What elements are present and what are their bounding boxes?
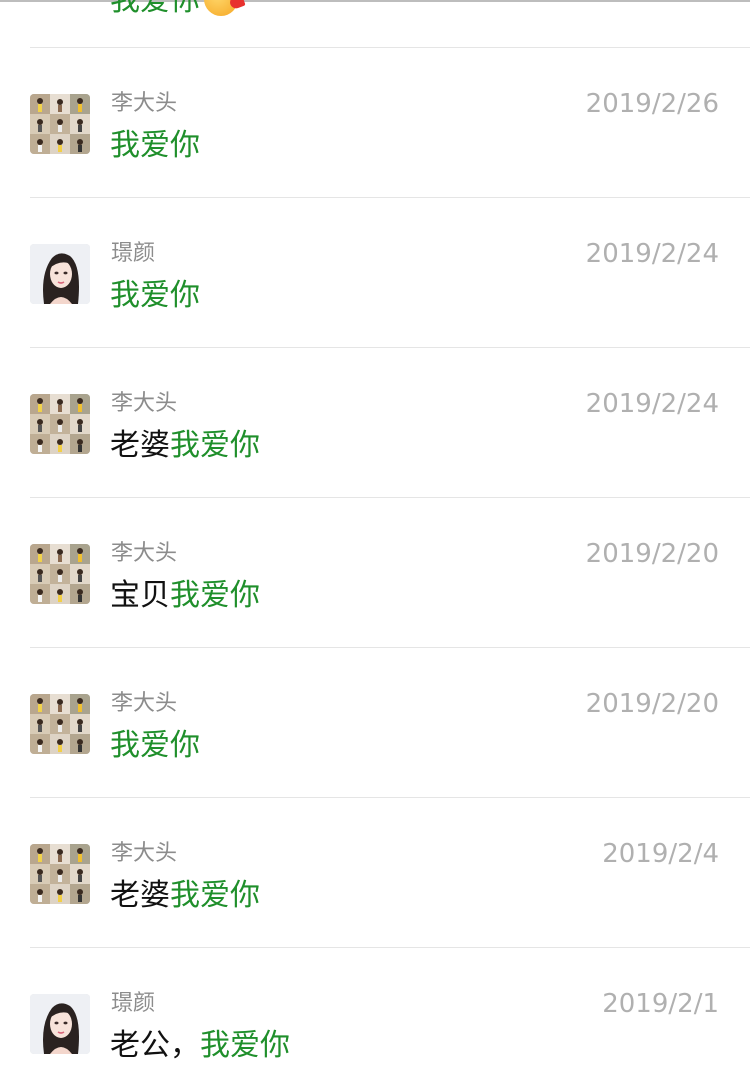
message-prefix: 宝贝 bbox=[110, 578, 170, 613]
message-row[interactable]: 李大头 2019/2/4 老婆我爱你 bbox=[0, 798, 750, 947]
message-text: 我爱你 bbox=[110, 728, 200, 764]
sender-name: 李大头 bbox=[111, 391, 178, 416]
message-prefix: 老婆 bbox=[110, 428, 170, 463]
message-prefix: 老公， bbox=[110, 1028, 200, 1063]
collage-avatar[interactable] bbox=[30, 544, 90, 604]
kiss-heart-emoji-icon bbox=[204, 0, 238, 16]
collage-avatar[interactable] bbox=[30, 94, 90, 154]
message-text: 老公，我爱你 bbox=[110, 1028, 290, 1064]
message-highlight: 我爱你 bbox=[170, 428, 260, 463]
message-highlight: 我爱你 bbox=[110, 278, 200, 313]
girl-avatar[interactable] bbox=[30, 244, 90, 304]
sender-name: 李大头 bbox=[111, 841, 178, 866]
message-date: 2019/2/20 bbox=[585, 689, 719, 719]
partial-message: 我爱你 bbox=[110, 0, 238, 19]
message-date: 2019/2/26 bbox=[585, 89, 719, 119]
collage-avatar[interactable] bbox=[30, 694, 90, 754]
collage-avatar[interactable] bbox=[30, 844, 90, 904]
message-row[interactable]: 李大头 2019/2/24 老婆我爱你 bbox=[0, 348, 750, 497]
sender-name: 李大头 bbox=[111, 91, 178, 116]
partial-message-text: 我爱你 bbox=[110, 0, 200, 18]
girl-avatar[interactable] bbox=[30, 994, 90, 1054]
message-prefix: 老婆 bbox=[110, 878, 170, 913]
message-row[interactable]: 李大头 2019/2/26 我爱你 bbox=[0, 48, 750, 197]
sender-name: 璟颜 bbox=[111, 991, 156, 1016]
message-highlight: 我爱你 bbox=[170, 578, 260, 613]
message-row[interactable]: 李大头 2019/2/20 宝贝我爱你 bbox=[0, 498, 750, 647]
message-highlight: 我爱你 bbox=[110, 128, 200, 163]
message-date: 2019/2/24 bbox=[585, 389, 719, 419]
message-text: 我爱你 bbox=[110, 128, 200, 164]
message-text: 老婆我爱你 bbox=[110, 428, 260, 464]
chat-search-results: 我爱你 李大头 2019/2/26 我爱你 璟颜 2019/2/24 我爱你 李… bbox=[0, 0, 750, 1077]
message-highlight: 我爱你 bbox=[170, 878, 260, 913]
message-row[interactable]: 璟颜 2019/2/24 我爱你 bbox=[0, 198, 750, 347]
message-date: 2019/2/20 bbox=[585, 539, 719, 569]
message-date: 2019/2/24 bbox=[585, 239, 719, 269]
message-date: 2019/2/4 bbox=[602, 839, 719, 869]
message-text: 老婆我爱你 bbox=[110, 878, 260, 914]
sender-name: 璟颜 bbox=[111, 241, 156, 266]
message-highlight: 我爱你 bbox=[200, 1028, 290, 1063]
message-row[interactable]: 李大头 2019/2/20 我爱你 bbox=[0, 648, 750, 797]
message-text: 我爱你 bbox=[110, 278, 200, 314]
message-highlight: 我爱你 bbox=[110, 728, 200, 763]
sender-name: 李大头 bbox=[111, 541, 178, 566]
message-row[interactable]: 璟颜 2019/2/1 老公，我爱你 bbox=[0, 948, 750, 1077]
sender-name: 李大头 bbox=[111, 691, 178, 716]
message-list: 李大头 2019/2/26 我爱你 璟颜 2019/2/24 我爱你 李大头 2… bbox=[0, 47, 750, 1077]
message-date: 2019/2/1 bbox=[602, 989, 719, 1019]
collage-avatar[interactable] bbox=[30, 394, 90, 454]
message-text: 宝贝我爱你 bbox=[110, 578, 260, 614]
